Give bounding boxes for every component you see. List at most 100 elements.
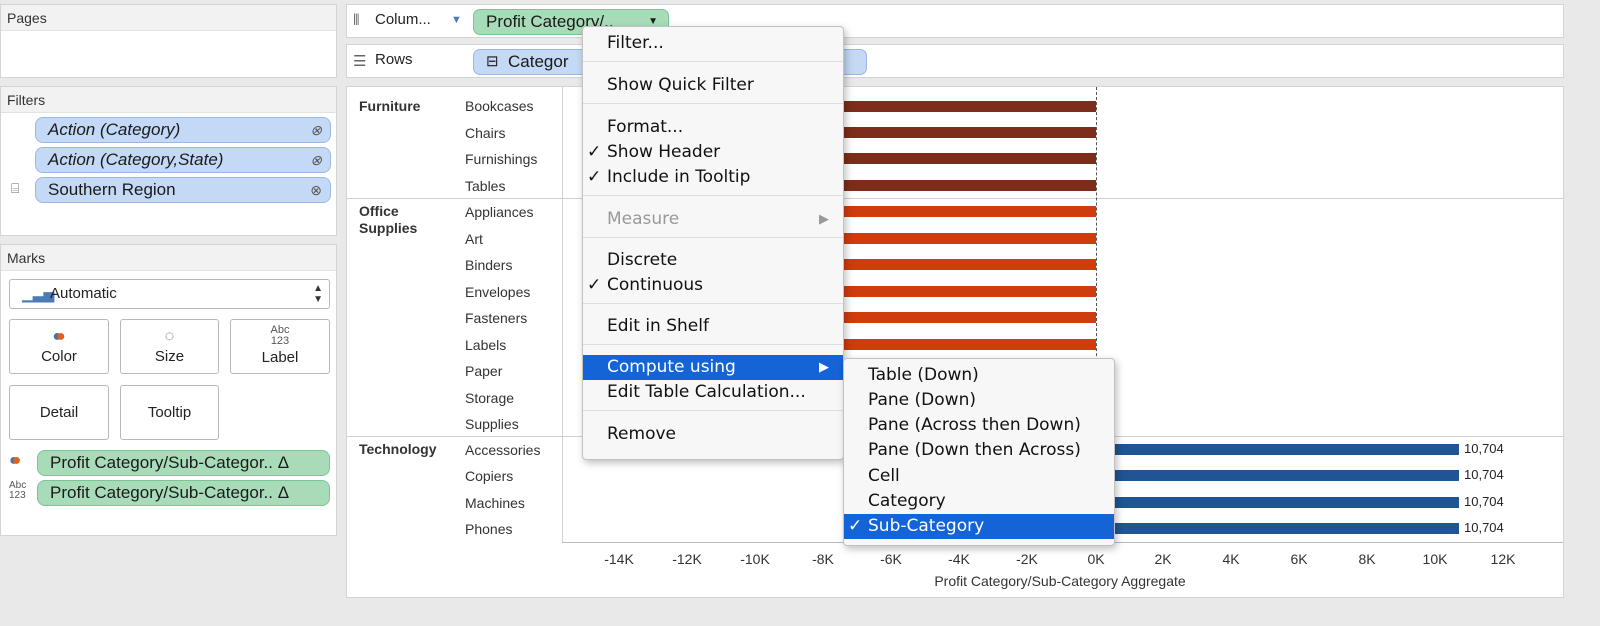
linked-filter-icon: ⊗ — [310, 182, 322, 198]
checkmark-icon: ✓ — [587, 275, 602, 295]
submenu-item-category[interactable]: Category — [844, 489, 1114, 514]
bar-accessories[interactable] — [1096, 444, 1459, 455]
menu-separator — [583, 195, 843, 196]
filter-pill-action-category[interactable]: Action (Category) ⊗ — [35, 117, 331, 143]
mark-field-label-pill[interactable]: Profit Category/Sub-Categor.. Δ — [37, 480, 330, 506]
sub-label-art: Art — [465, 231, 483, 247]
collapse-icon: ⊟ — [486, 53, 499, 70]
sub-label-appliances: Appliances — [465, 204, 534, 220]
menu-item-measure: Measure ▶ — [583, 207, 843, 232]
columns-shelf: ⦀ Colum... ▼ Profit Category/.. ▼ — [346, 4, 1564, 38]
axis-tick: -12K — [672, 551, 702, 567]
pane-divider — [562, 87, 563, 542]
sub-label-copiers: Copiers — [465, 468, 514, 484]
columns-dropdown-icon[interactable]: ▼ — [451, 14, 462, 26]
compute-using-submenu: Table (Down) Pane (Down) Pane (Across th… — [843, 358, 1115, 546]
rows-label: Rows — [375, 51, 413, 68]
menu-item-discrete[interactable]: Discrete — [583, 248, 843, 273]
menu-item-filter[interactable]: Filter... — [583, 31, 843, 56]
pages-panel: Pages — [0, 4, 337, 78]
menu-item-show-header[interactable]: ✓ Show Header — [583, 140, 843, 165]
columns-label: Colum... — [375, 11, 431, 28]
axis-tick: 12K — [1490, 551, 1516, 567]
detail-button[interactable]: Detail — [9, 385, 109, 440]
value-label-phones: 10,704 — [1464, 520, 1504, 535]
bar-copiers[interactable] — [1096, 470, 1459, 481]
color-encoding-icon: ●● — [9, 452, 22, 469]
sub-label-machines: Machines — [465, 495, 525, 511]
menu-item-include-in-tooltip[interactable]: ✓ Include in Tooltip — [583, 165, 843, 190]
axis-tick: -10K — [740, 551, 770, 567]
menu-item-edit-in-shelf[interactable]: Edit in Shelf — [583, 314, 843, 339]
submenu-item-cell[interactable]: Cell — [844, 464, 1114, 489]
menu-separator — [583, 303, 843, 304]
submenu-item-table-down[interactable]: Table (Down) — [844, 363, 1114, 388]
menu-item-continuous[interactable]: ✓ Continuous — [583, 273, 843, 298]
label-button[interactable]: Abc 123 Label — [230, 319, 330, 374]
axis-tick: -8K — [812, 551, 834, 567]
menu-item-edit-table-calculation[interactable]: Edit Table Calculation... — [583, 380, 843, 405]
sub-label-envelopes: Envelopes — [465, 284, 531, 300]
sub-label-paper: Paper — [465, 363, 503, 379]
marks-panel: Marks ▁▃▅ Automatic ▲ ▼ ●● Color ◌ Size A… — [0, 244, 337, 536]
filters-title: Filters — [1, 87, 336, 113]
menu-item-format[interactable]: Format... — [583, 115, 843, 140]
axis-tick: -4K — [948, 551, 970, 567]
sub-label-tables: Tables — [465, 178, 506, 194]
axis-tick: -2K — [1016, 551, 1038, 567]
color-icon: ●● — [52, 328, 66, 345]
submenu-item-pane-down[interactable]: Pane (Down) — [844, 388, 1114, 413]
size-icon: ◌ — [164, 328, 175, 345]
text-label-icon: Abc 123 — [270, 324, 290, 347]
sub-label-supplies: Supplies — [465, 416, 519, 432]
submenu-item-pane-down-then-across[interactable]: Pane (Down then Across) — [844, 438, 1114, 463]
x-axis-title: Profit Category/Sub-Category Aggregate — [934, 573, 1186, 589]
submenu-item-sub-category[interactable]: ✓ Sub-Category — [844, 514, 1114, 539]
linked-filter-icon: ⊗ — [310, 152, 322, 168]
bar-machines[interactable] — [1096, 497, 1459, 508]
mark-type-dropdown[interactable]: ▁▃▅ Automatic ▲ ▼ — [9, 279, 330, 309]
sub-label-accessories: Accessories — [465, 442, 541, 458]
bar-phones[interactable] — [1096, 523, 1459, 534]
category-furniture: Furniture — [359, 98, 421, 114]
axis-tick: 8K — [1358, 551, 1376, 567]
size-button[interactable]: ◌ Size — [120, 319, 219, 374]
sub-label-fasteners: Fasteners — [465, 310, 528, 326]
sub-label-chairs: Chairs — [465, 125, 506, 141]
checkmark-icon: ✓ — [848, 516, 863, 536]
axis-tick: -14K — [604, 551, 634, 567]
axis-tick: 2K — [1154, 551, 1172, 567]
rows-shelf: ☰ Rows ⊟ Categor — [346, 44, 1564, 78]
sub-label-furnishings: Furnishings — [465, 151, 538, 167]
filter-pill-action-category-state[interactable]: Action (Category,State) ⊗ — [35, 147, 331, 173]
submenu-arrow-icon: ▶ — [819, 360, 829, 375]
marks-title: Marks — [1, 245, 336, 271]
label-encoding-icon: Abc 123 — [9, 480, 27, 501]
columns-icon: ⦀ — [353, 12, 360, 29]
sub-label-phones: Phones — [465, 521, 513, 537]
value-label-copiers: 10,704 — [1464, 467, 1504, 482]
mark-field-color-pill[interactable]: Profit Category/Sub-Categor.. Δ — [37, 450, 330, 476]
linked-filter-icon: ⊗ — [310, 122, 322, 138]
menu-separator — [583, 410, 843, 411]
value-label-machines: 10,704 — [1464, 494, 1504, 509]
filter-pill-southern-region[interactable]: Southern Region ⊗ — [35, 177, 331, 203]
sub-label-labels: Labels — [465, 337, 507, 353]
color-button[interactable]: ●● Color — [9, 319, 109, 374]
axis-tick: 10K — [1422, 551, 1448, 567]
menu-item-compute-using[interactable]: Compute using ▶ — [583, 355, 843, 380]
submenu-arrow-icon: ▶ — [819, 212, 829, 227]
sub-label-binders: Binders — [465, 257, 513, 273]
category-technology: Technology — [359, 441, 437, 457]
axis-tick: 4K — [1222, 551, 1240, 567]
menu-item-remove[interactable]: Remove — [583, 422, 843, 447]
value-label-accessories: 10,704 — [1464, 441, 1504, 456]
filters-panel: Filters Action (Category) ⊗ Action (Cate… — [0, 86, 337, 236]
sub-label-bookcases: Bookcases — [465, 98, 534, 114]
submenu-item-pane-across-then-down[interactable]: Pane (Across then Down) — [844, 413, 1114, 438]
checkmark-icon: ✓ — [587, 167, 602, 187]
updown-arrow-icon: ▲ ▼ — [313, 283, 323, 305]
menu-item-show-quick-filter[interactable]: Show Quick Filter — [583, 73, 843, 98]
tooltip-button[interactable]: Tooltip — [120, 385, 219, 440]
rows-icon: ☰ — [353, 53, 367, 70]
